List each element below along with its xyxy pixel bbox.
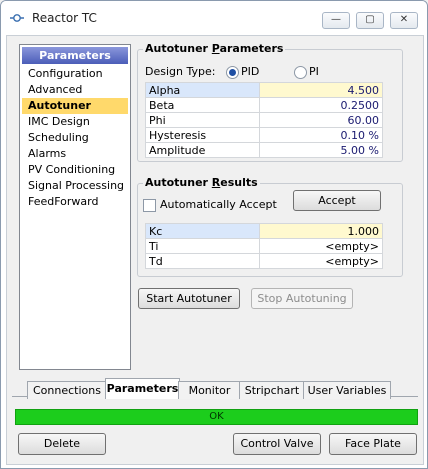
auto-accept-checkbox[interactable] bbox=[143, 199, 156, 212]
param-name: Amplitude bbox=[145, 142, 260, 158]
window-title: Reactor TC bbox=[32, 11, 97, 25]
param-name: Hysteresis bbox=[145, 127, 260, 143]
nav-item-signal-processing[interactable]: Signal Processing bbox=[22, 178, 128, 194]
result-value[interactable]: 1.000 bbox=[259, 223, 383, 239]
tab-user-variables[interactable]: User Variables bbox=[303, 381, 391, 399]
table-row[interactable]: Td <empty> bbox=[145, 253, 383, 269]
table-row[interactable]: Ti <empty> bbox=[145, 238, 383, 254]
autotuner-results-group: Autotuner Results Automatically Accept A… bbox=[137, 176, 403, 277]
tab-stripchart[interactable]: Stripchart bbox=[239, 381, 305, 399]
table-row[interactable]: Hysteresis 0.10 % bbox=[145, 127, 383, 143]
results-table: Kc 1.000 Ti <empty> Td <empty> bbox=[145, 223, 383, 269]
nav-item-configuration[interactable]: Configuration bbox=[22, 66, 128, 82]
app-icon bbox=[10, 14, 24, 22]
nav-item-feedforward[interactable]: FeedForward bbox=[22, 194, 128, 210]
maximize-icon: ▢ bbox=[365, 14, 375, 25]
nav-item-imc-design[interactable]: IMC Design bbox=[22, 114, 128, 130]
result-name: Td bbox=[145, 253, 260, 269]
pid-radio[interactable] bbox=[226, 66, 239, 79]
control-valve-button[interactable]: Control Valve bbox=[233, 433, 321, 455]
window: Reactor TC — ▢ ✕ Parameters Configuratio… bbox=[0, 0, 428, 469]
pi-label[interactable]: PI bbox=[309, 65, 319, 78]
minimize-icon: — bbox=[331, 14, 341, 25]
nav-item-scheduling[interactable]: Scheduling bbox=[22, 130, 128, 146]
dialog-body: Parameters Configuration Advanced Autotu… bbox=[6, 35, 424, 465]
param-name: Phi bbox=[145, 112, 260, 128]
tab-monitor[interactable]: Monitor bbox=[178, 381, 241, 399]
table-row[interactable]: Alpha 4.500 bbox=[145, 82, 383, 98]
stop-autotuning-button[interactable]: Stop Autotuning bbox=[251, 288, 353, 309]
nav-item-autotuner[interactable]: Autotuner bbox=[22, 98, 128, 114]
pi-radio[interactable] bbox=[294, 66, 307, 79]
title-bar[interactable]: Reactor TC — ▢ ✕ bbox=[1, 1, 427, 35]
close-button[interactable]: ✕ bbox=[390, 12, 418, 29]
nav-item-pv-conditioning[interactable]: PV Conditioning bbox=[22, 162, 128, 178]
result-value[interactable]: <empty> bbox=[259, 238, 383, 254]
tab-parameters[interactable]: Parameters bbox=[105, 378, 180, 399]
param-name: Beta bbox=[145, 97, 260, 113]
start-autotuner-button[interactable]: Start Autotuner bbox=[138, 288, 240, 309]
result-name: Ti bbox=[145, 238, 260, 254]
parameters-nav: Parameters Configuration Advanced Autotu… bbox=[19, 44, 131, 370]
table-row[interactable]: Amplitude 5.00 % bbox=[145, 142, 383, 158]
result-name: Kc bbox=[145, 223, 260, 239]
maximize-button[interactable]: ▢ bbox=[356, 12, 384, 29]
parameters-table: Alpha 4.500 Beta 0.2500 Phi 60.00 Hysteresi… bbox=[145, 82, 383, 158]
autotuner-parameters-group: Autotuner Parameters Design Type: PID PI… bbox=[137, 42, 403, 162]
status-bar: OK bbox=[15, 409, 418, 425]
auto-accept-label[interactable]: Automatically Accept bbox=[160, 198, 277, 211]
table-row[interactable]: Phi 60.00 bbox=[145, 112, 383, 128]
pid-label[interactable]: PID bbox=[241, 65, 259, 78]
design-type-label: Design Type: bbox=[145, 65, 216, 78]
table-row[interactable]: Beta 0.2500 bbox=[145, 97, 383, 113]
param-value[interactable]: 0.2500 bbox=[259, 97, 383, 113]
face-plate-button[interactable]: Face Plate bbox=[329, 433, 417, 455]
table-row[interactable]: Kc 1.000 bbox=[145, 223, 383, 239]
result-value[interactable]: <empty> bbox=[259, 253, 383, 269]
param-value[interactable]: 4.500 bbox=[259, 82, 383, 98]
param-value[interactable]: 0.10 % bbox=[259, 127, 383, 143]
param-name: Alpha bbox=[145, 82, 260, 98]
tab-connections[interactable]: Connections bbox=[27, 381, 107, 399]
autotuner-parameters-title: Autotuner Parameters bbox=[143, 42, 286, 55]
minimize-button[interactable]: — bbox=[322, 12, 350, 29]
delete-button[interactable]: Delete bbox=[18, 433, 106, 455]
nav-item-alarms[interactable]: Alarms bbox=[22, 146, 128, 162]
param-value[interactable]: 60.00 bbox=[259, 112, 383, 128]
nav-header: Parameters bbox=[22, 47, 128, 64]
nav-item-advanced[interactable]: Advanced bbox=[22, 82, 128, 98]
param-value[interactable]: 5.00 % bbox=[259, 142, 383, 158]
autotuner-results-title: Autotuner Results bbox=[143, 176, 260, 189]
close-icon: ✕ bbox=[399, 14, 409, 25]
accept-button[interactable]: Accept bbox=[293, 190, 381, 211]
